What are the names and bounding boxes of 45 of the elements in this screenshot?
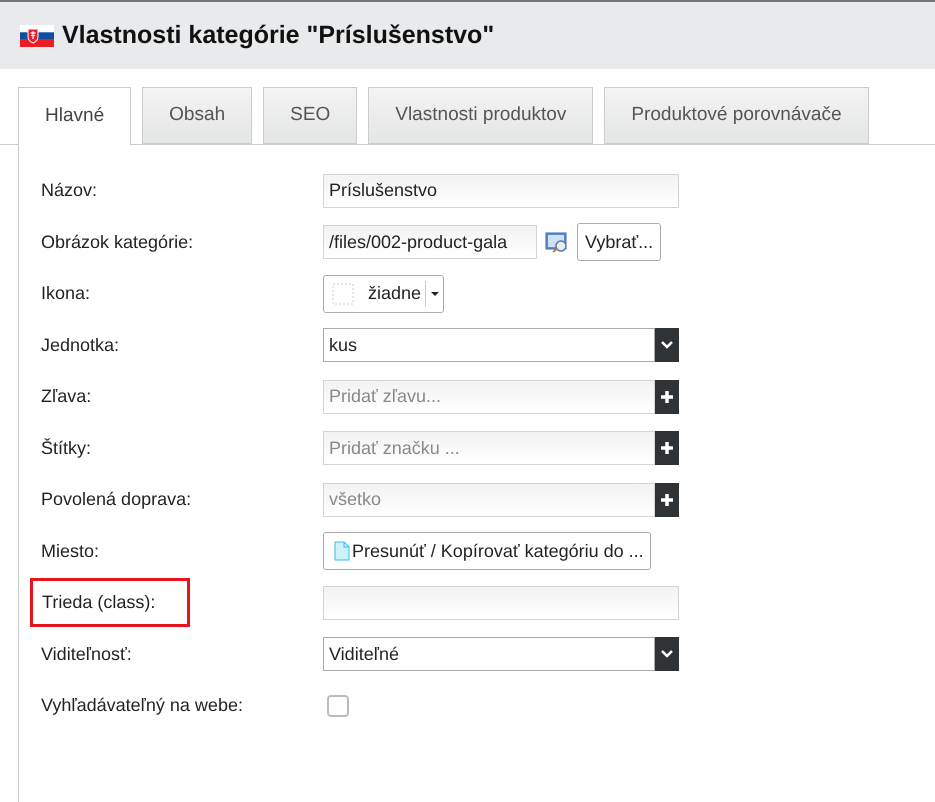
field-label: Vyhľadávateľný na webe: [41,695,243,716]
text-field[interactable] [323,586,679,620]
text-field[interactable]: Príslušenstvo [323,174,679,208]
select-field[interactable]: kus [323,328,655,362]
plus-icon [660,441,674,456]
empty-icon [332,282,354,305]
add-button[interactable] [655,482,679,517]
field-label: Obrázok kategórie: [41,232,194,252]
add-button[interactable] [655,431,679,466]
field-label: Jednotka: [41,334,120,355]
flag-icon [20,24,54,46]
choose-button[interactable]: Vybrať... [577,223,662,262]
field-label: Štítky: [41,438,92,458]
tab[interactable]: SEO [263,87,358,144]
field-label: Trieda (class): [30,578,190,628]
field-label: Povolená doprava: [41,489,192,510]
field-label: Zľava: [41,386,92,406]
tag-field[interactable]: Pridať značku ... [323,431,655,466]
document-icon [334,541,350,562]
tab[interactable]: Obsah [142,87,252,144]
chevron-down-icon [661,650,673,658]
tab[interactable]: Produktové porovnávače [604,87,869,144]
path-field[interactable]: /files/002-product-gala [323,225,537,260]
dropdown-button[interactable] [655,328,679,362]
select-field[interactable]: Viditeľné [323,637,655,672]
checkbox[interactable] [327,694,349,717]
plus-icon [660,390,674,404]
plus-icon [660,492,674,507]
icon-value: žiadne [368,282,422,306]
tab[interactable]: Vlastnosti produktov [368,87,594,144]
tag-field[interactable]: všetko [323,482,655,517]
chevron-down-icon [661,341,673,350]
tab[interactable]: Hlavné [18,87,132,145]
field-label: Ikona: [41,283,90,304]
dropdown-button[interactable] [655,637,679,672]
window-title: Vlastnosti kategórie "Príslušenstvo" [62,20,494,51]
add-button[interactable] [655,380,679,414]
field-label: Miesto: [41,540,100,561]
caret-icon [430,290,440,297]
image-browse-icon[interactable] [545,231,569,254]
move-copy-button[interactable]: Presunúť / Kopírovať kategóriu do ... [323,532,651,570]
tag-field[interactable]: Pridať zľavu... [323,380,655,414]
field-label: Názov: [41,180,98,200]
icon-picker[interactable]: žiadne [323,274,444,313]
field-label: Viditeľnosť: [41,644,132,664]
